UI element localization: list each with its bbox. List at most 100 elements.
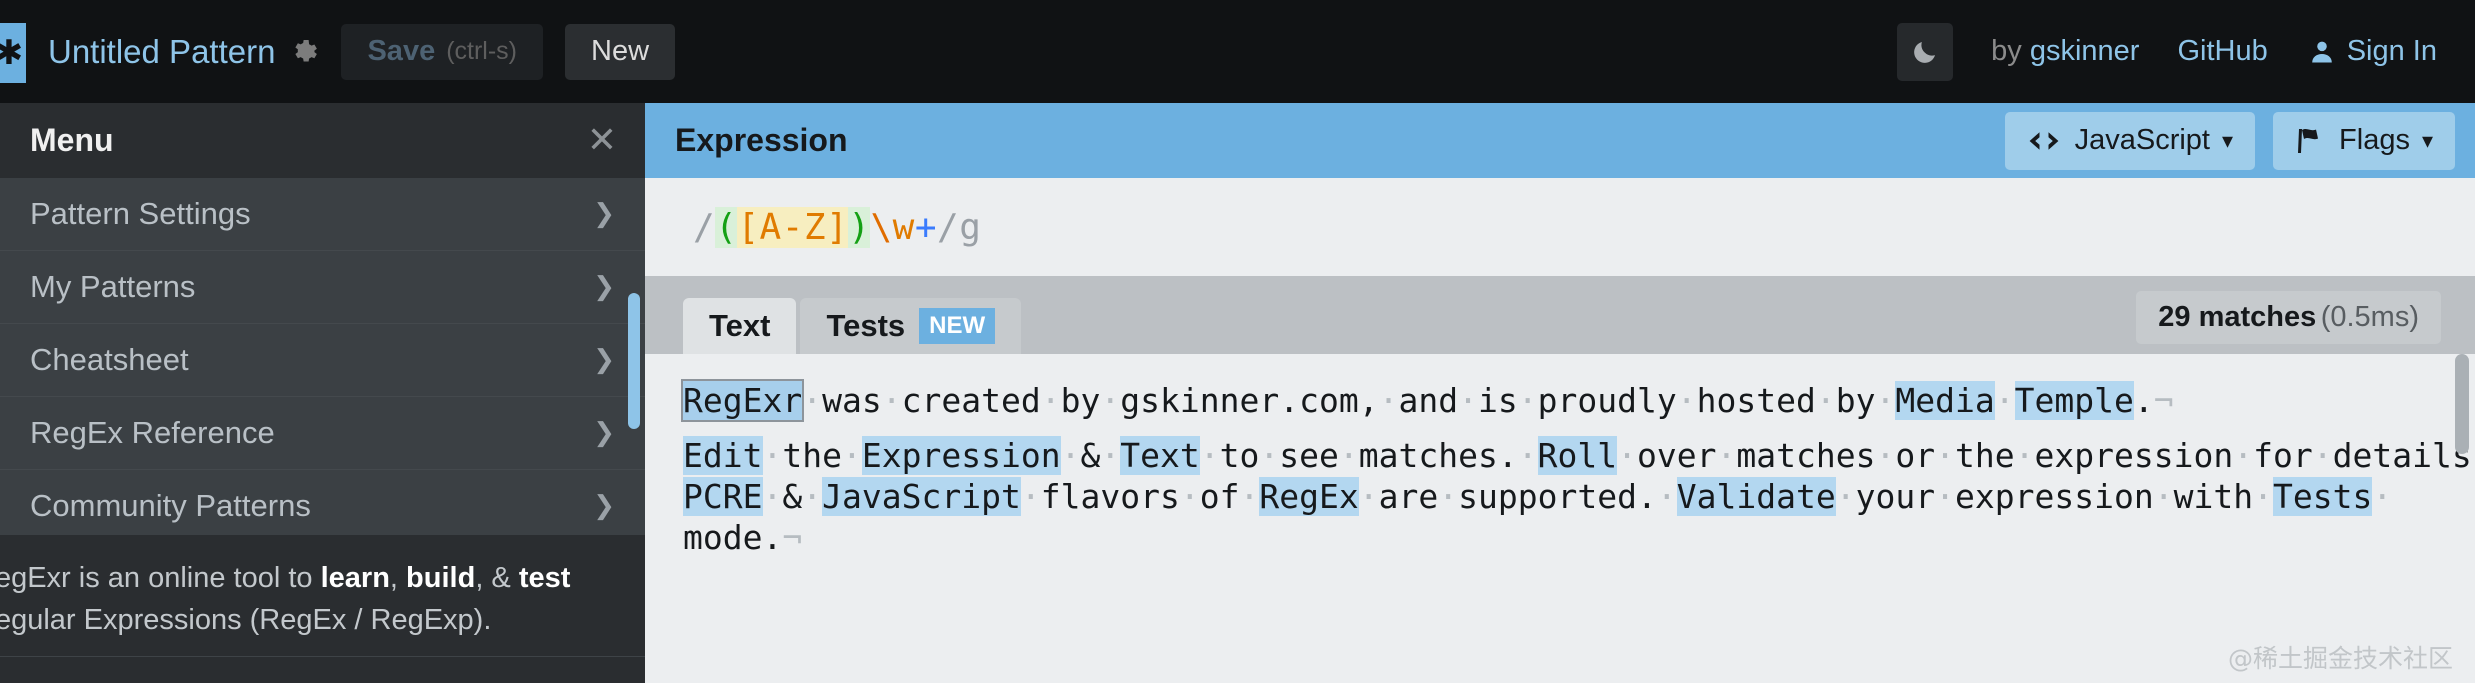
regex-open-delimiter: /	[693, 206, 716, 248]
expression-input[interactable]: /([A-Z]) \ w + / g	[645, 178, 2475, 276]
space-dot: ·	[1438, 477, 1459, 516]
space-dot: ·	[2253, 477, 2273, 516]
sidebar-item-label: Cheatsheet	[30, 342, 189, 377]
text-line: PCRE·&·JavaScript·flavors·of·RegEx·are·s…	[683, 477, 2475, 516]
flavor-label: JavaScript	[2074, 124, 2210, 156]
sidebar-item-regex-reference[interactable]: RegEx Reference ❯	[0, 397, 645, 470]
flags-label: Flags	[2339, 124, 2410, 156]
regex-quantifier: +	[914, 206, 937, 248]
text-segment[interactable]: mode.	[683, 518, 782, 557]
gear-icon[interactable]	[289, 37, 319, 67]
text-segment[interactable]: ·flavors·of·	[1021, 477, 1260, 516]
by-prefix: by	[1991, 35, 2030, 67]
text-match[interactable]: Tests	[2273, 477, 2373, 516]
sidebar-item-label: Pattern Settings	[30, 196, 251, 231]
text-scrollbar-thumb[interactable]	[2455, 354, 2469, 454]
save-button-hint: (ctrl-s)	[446, 37, 518, 65]
gskinner-name: gskinner	[2029, 35, 2140, 67]
space-dot: ·	[1994, 381, 2015, 420]
line-return-glyph: ¬	[2153, 381, 2174, 420]
new-button[interactable]: New	[565, 23, 676, 80]
space-dot: ·	[1020, 477, 1041, 516]
by-gskinner-link[interactable]: by gskinner	[1991, 35, 2139, 68]
chevron-right-icon: ❯	[593, 418, 615, 448]
space-dot: ·	[1458, 381, 1478, 420]
chevron-down-icon: ▾	[2421, 127, 2433, 153]
regex-char-set: [A-Z]	[737, 206, 849, 248]
close-icon[interactable]: ✕	[587, 122, 617, 159]
tab-tests[interactable]: Tests NEW	[800, 298, 1022, 354]
space-dot: ·	[1935, 436, 1955, 475]
text-segment[interactable]: ·to·see·matches.·	[1200, 436, 1538, 475]
top-bar: ✱ Untitled Pattern Save (ctrl-s) New by …	[0, 0, 2475, 103]
flags-dropdown-button[interactable]: Flags ▾	[2273, 111, 2455, 170]
text-segment[interactable]: ·	[2372, 477, 2392, 516]
text-segment[interactable]: ·the·	[763, 436, 862, 475]
space-dot: ·	[762, 477, 783, 516]
info-panel-divider	[0, 656, 645, 657]
space-dot: ·	[1060, 436, 1081, 475]
sidebar-scrollbar-thumb[interactable]	[628, 293, 640, 429]
text-match[interactable]: Validate	[1676, 477, 1836, 516]
text-segment[interactable]: ·your·expression·with·	[1836, 477, 2273, 516]
sidebar-item-label: My Patterns	[30, 269, 196, 304]
text-match-hovered[interactable]: RegExr	[680, 379, 805, 422]
text-match[interactable]: Temple	[2014, 381, 2134, 420]
tab-text[interactable]: Text	[683, 298, 797, 354]
text-match[interactable]: Text	[1120, 436, 1200, 475]
pattern-title[interactable]: Untitled Pattern	[48, 33, 275, 71]
chevron-right-icon: ❯	[593, 345, 615, 375]
chevron-right-icon: ❯	[593, 199, 615, 229]
text-segment[interactable]: .	[2134, 381, 2154, 420]
sidebar-item-community-patterns[interactable]: Community Patterns ❯	[0, 470, 645, 543]
space-dot: ·	[1040, 381, 1061, 420]
code-brackets-icon	[2027, 129, 2061, 153]
sidebar-item-my-patterns[interactable]: My Patterns ❯	[0, 251, 645, 324]
sign-in-label: Sign In	[2346, 35, 2437, 67]
text-match[interactable]: Edit	[683, 436, 763, 475]
text-match[interactable]: Media	[1895, 381, 1995, 420]
text-editor[interactable]: RegExr·was·created·by·gskinner.com,·and·…	[645, 354, 2475, 683]
new-button-label: New	[591, 35, 650, 67]
sidebar-title: Menu	[30, 122, 114, 158]
text-line: Edit·the·Expression·&·Text·to·see·matche…	[683, 436, 2475, 475]
text-match[interactable]: RegEx	[1259, 477, 1359, 516]
regex-escape-char: w	[892, 206, 915, 248]
text-segment[interactable]: ·was·created·by·gskinner.com,·and·is·pro…	[802, 381, 1895, 420]
text-match[interactable]: Roll	[1537, 436, 1618, 475]
asterisk-icon: ✱	[0, 32, 24, 73]
expression-title: Expression	[675, 122, 848, 158]
watermark: @稀土掘金技术社区	[2227, 644, 2453, 673]
regex-group-open: (	[715, 206, 738, 248]
github-link[interactable]: GitHub	[2177, 35, 2267, 68]
space-dot: ·	[881, 381, 902, 420]
sidebar-item-cheatsheet[interactable]: Cheatsheet ❯	[0, 324, 645, 397]
info-panel-line-1: RegExr is an online tool to learn, build…	[0, 562, 571, 594]
space-dot: ·	[1815, 381, 1836, 420]
text-line: RegExr·was·created·by·gskinner.com,·and·…	[680, 379, 2475, 422]
save-button[interactable]: Save (ctrl-s)	[341, 23, 544, 80]
space-dot: ·	[1378, 381, 1399, 420]
text-segment[interactable]: ·&·	[1061, 436, 1121, 475]
text-match[interactable]: PCRE	[683, 477, 763, 516]
space-dot: ·	[842, 436, 862, 475]
space-dot: ·	[2153, 477, 2174, 516]
space-dot: ·	[1517, 436, 1538, 475]
sign-in-link[interactable]: Sign In	[2308, 35, 2437, 68]
text-segment[interactable]: ·over·matches·or·the·expression·for·deta…	[1617, 436, 2475, 475]
tab-bar: Text Tests NEW 29 matches (0.5ms)	[645, 276, 2475, 354]
theme-toggle-button[interactable]	[1897, 22, 1954, 81]
flavor-dropdown-button[interactable]: JavaScript ▾	[2004, 111, 2256, 170]
save-button-label: Save	[367, 35, 436, 67]
text-segment[interactable]: ·&·	[763, 477, 823, 516]
regexr-asterisk-logo[interactable]: ✱	[0, 22, 26, 83]
space-dot: ·	[1835, 477, 1856, 516]
text-segment[interactable]: ·	[1995, 381, 2015, 420]
tab-text-label: Text	[709, 308, 771, 343]
sidebar-item-pattern-settings[interactable]: Pattern Settings ❯	[0, 178, 645, 251]
space-dot: ·	[1875, 381, 1896, 420]
text-match[interactable]: JavaScript	[822, 477, 1021, 516]
space-dot: ·	[2233, 436, 2254, 475]
text-match[interactable]: Expression	[861, 436, 1061, 475]
text-segment[interactable]: ·are·supported.·	[1359, 477, 1677, 516]
